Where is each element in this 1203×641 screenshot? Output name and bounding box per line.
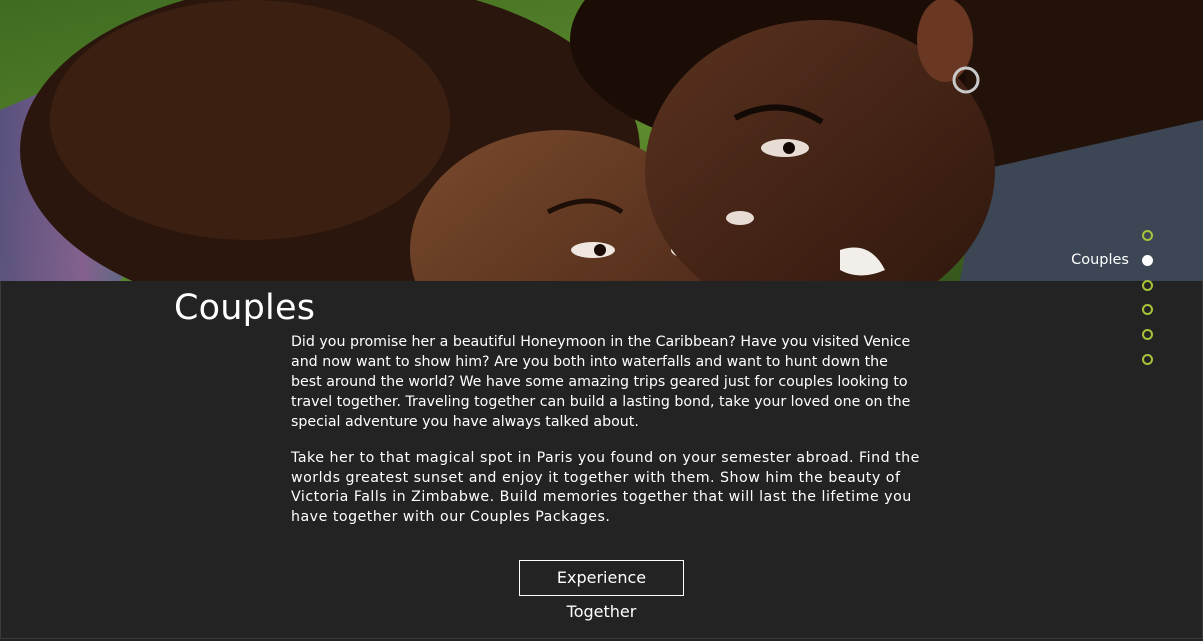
section-dot-3[interactable] bbox=[1142, 280, 1153, 291]
page: Couples Did you promise her a beautiful … bbox=[0, 0, 1203, 641]
section-paragraph-1: Did you promise her a beautiful Honeymoo… bbox=[291, 334, 911, 430]
section-paragraph-2: Take her to that magical spot in Paris y… bbox=[291, 450, 920, 525]
section-dot-5[interactable] bbox=[1142, 329, 1153, 340]
section-dot-2-active[interactable] bbox=[1142, 255, 1153, 266]
section-title: Couples bbox=[174, 288, 316, 328]
active-section-label: Couples bbox=[1071, 252, 1129, 268]
section-dot-4[interactable] bbox=[1142, 304, 1153, 315]
section-dot-6[interactable] bbox=[1142, 354, 1153, 365]
experience-together-button[interactable]: Experience Together bbox=[519, 560, 684, 621]
section-dot-1[interactable] bbox=[1142, 230, 1153, 241]
section-dot-navigation: Couples bbox=[1003, 225, 1203, 375]
